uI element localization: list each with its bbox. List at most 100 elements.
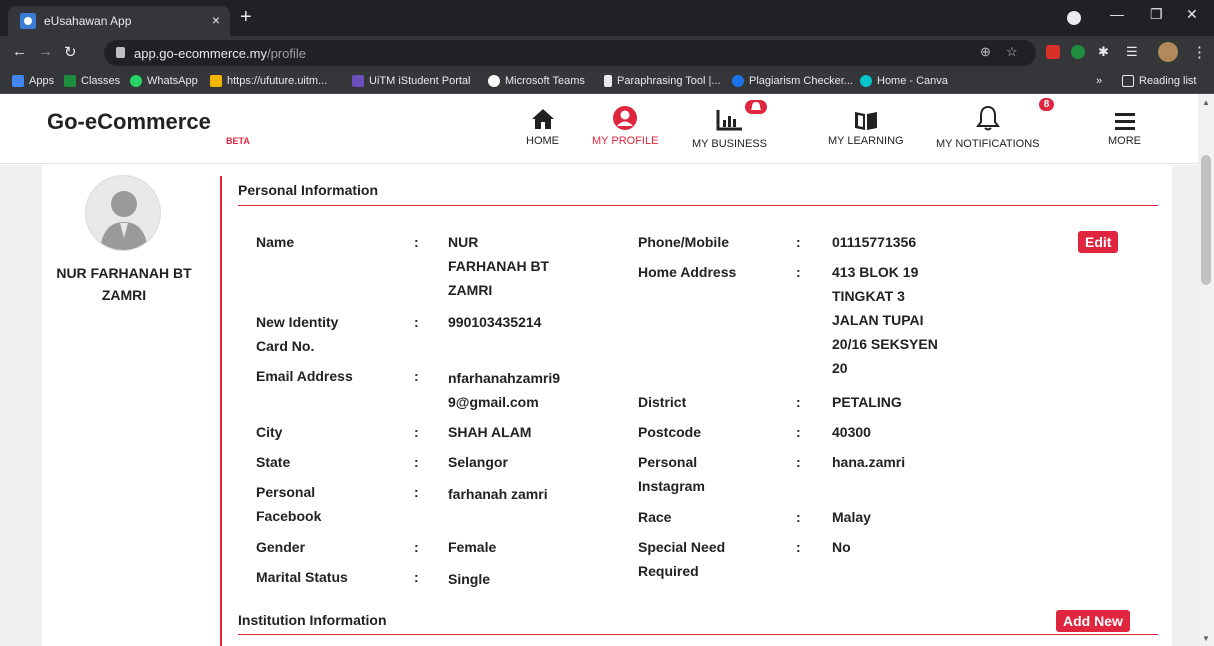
nav-my-notifications[interactable]: 8 MY NOTIFICATIONS <box>936 98 1055 150</box>
value-city: SHAH ALAM <box>448 424 532 440</box>
label-phone: Phone/Mobile <box>638 234 729 250</box>
ufuture-icon <box>210 75 222 87</box>
label-marital: Marital Status <box>256 569 348 585</box>
label-facebook: Personal Facebook <box>256 484 322 524</box>
reading-list-button[interactable]: Reading list <box>1122 75 1196 87</box>
reload-icon[interactable]: ↻ <box>64 43 77 61</box>
extension-shield-icon[interactable] <box>1046 45 1060 59</box>
notifications-count-badge: 8 <box>1038 98 1055 111</box>
nav-my-business[interactable]: MY BUSINESS <box>692 100 767 150</box>
bookmark-star-icon[interactable]: ☆ <box>1006 44 1018 60</box>
bookmark-istudent[interactable]: UiTM iStudent Portal <box>352 75 470 87</box>
site-logo[interactable]: Go-eCommerce <box>47 109 211 135</box>
reading-list-icon <box>1122 75 1134 87</box>
label-race: Race <box>638 509 672 525</box>
scroll-down-icon[interactable]: ▼ <box>1202 634 1210 643</box>
colon: : <box>414 539 419 555</box>
bookmark-classes[interactable]: Classes <box>64 75 120 87</box>
back-icon[interactable]: ← <box>12 43 27 60</box>
label-instagram: Personal Instagram <box>638 454 705 494</box>
home-icon <box>530 102 556 132</box>
address-bar[interactable]: app.go-ecommerce.my/profile ⊕ ☆ <box>104 40 1036 66</box>
colon: : <box>414 454 419 470</box>
colon: : <box>796 264 801 280</box>
add-new-button[interactable]: Add New <box>1056 610 1130 632</box>
teams-icon <box>488 75 500 87</box>
minimize-icon[interactable]: — <box>1110 6 1124 22</box>
extension-adblock-icon[interactable] <box>1071 45 1085 59</box>
value-marital: Single <box>448 571 491 587</box>
tab-title: eUsahawan App <box>44 14 132 28</box>
personal-info-title: Personal Information <box>238 182 379 198</box>
label-gender: Gender <box>256 539 306 555</box>
classroom-icon <box>64 75 76 87</box>
bell-icon: 8 <box>975 98 1055 132</box>
value-email: nfarhanahzamri9 9@gmail.com <box>448 370 561 410</box>
profile-indicator-icon[interactable] <box>1067 11 1081 25</box>
label-postcode: Postcode <box>638 424 702 440</box>
quill-icon <box>604 75 612 87</box>
book-icon <box>853 102 879 132</box>
zoom-icon[interactable]: ⊕ <box>980 44 991 60</box>
bookmark-plagiarism[interactable]: Plagiarism Checker... <box>732 75 853 87</box>
scrollbar-thumb[interactable] <box>1201 155 1211 285</box>
url-text: app.go-ecommerce.my/profile <box>134 46 306 61</box>
site-favicon-icon <box>20 13 36 29</box>
nav-more[interactable]: MORE <box>1108 102 1141 147</box>
chrome-profile-avatar[interactable] <box>1158 42 1178 62</box>
value-gender: Female <box>448 539 497 555</box>
value-home-address: 413 BLOK 19 TINGKAT 3 JALAN TUPAI 20/16 … <box>832 264 938 376</box>
colon: : <box>414 314 419 330</box>
value-postcode: 40300 <box>832 424 871 440</box>
value-ic: 990103435214 <box>448 314 542 330</box>
profile-card <box>42 165 1172 646</box>
forward-icon[interactable]: → <box>38 43 53 60</box>
bookmarks-overflow-icon[interactable]: » <box>1096 75 1102 87</box>
value-race: Malay <box>832 509 871 525</box>
lock-icon <box>116 47 125 58</box>
beta-tag: BETA <box>226 136 250 146</box>
value-state: Selangor <box>448 454 508 470</box>
person-silhouette-icon <box>100 191 148 250</box>
chrome-menu-icon[interactable]: ⋮ <box>1192 43 1207 61</box>
avatar <box>85 175 161 251</box>
bookmark-paraphrasing[interactable]: Paraphrasing Tool |... <box>604 75 721 87</box>
label-ic: New Identity Card No. <box>256 314 339 354</box>
bookmark-teams[interactable]: Microsoft Teams <box>488 75 585 87</box>
institution-info-title: Institution Information <box>238 612 387 628</box>
tab-close-icon[interactable]: × <box>212 12 220 28</box>
value-facebook: farhanah zamri <box>448 486 548 502</box>
profile-name: NUR FARHANAH BT ZAMRI <box>56 265 192 303</box>
nav-home[interactable]: HOME <box>526 102 559 147</box>
edit-button[interactable]: Edit <box>1078 231 1119 253</box>
new-tab-button[interactable]: + <box>240 6 252 29</box>
colon: : <box>414 484 419 500</box>
section-divider <box>220 176 222 646</box>
colon: : <box>796 424 801 440</box>
restore-icon[interactable]: ❐ <box>1150 6 1163 23</box>
media-queue-icon[interactable]: ☰ <box>1126 44 1138 60</box>
nav-my-profile[interactable]: MY PROFILE <box>592 102 658 147</box>
bookmark-canva[interactable]: Home - Canva <box>860 75 948 87</box>
value-instagram: hana.zamri <box>832 454 906 470</box>
canva-icon <box>860 75 872 87</box>
label-state: State <box>256 454 291 470</box>
browser-toolbar: ← → ↻ app.go-ecommerce.my/profile ⊕ ☆ ✱ … <box>0 36 1214 70</box>
window-close-icon[interactable]: ✕ <box>1186 6 1198 23</box>
bookmark-ufuture[interactable]: https://ufuture.uitm... <box>210 75 327 87</box>
user-icon <box>611 102 639 132</box>
label-home-address: Home Address <box>638 264 737 280</box>
colon: : <box>414 234 419 250</box>
scroll-up-icon[interactable]: ▲ <box>1202 98 1210 107</box>
bookmark-apps[interactable]: Apps <box>12 75 54 87</box>
bookmark-whatsapp[interactable]: WhatsApp <box>130 75 198 87</box>
label-special-need: Special Need Required <box>638 539 726 579</box>
bookmarks-bar: Apps Classes WhatsApp https://ufuture.ui… <box>0 70 1214 94</box>
menu-icon <box>1113 102 1137 132</box>
nav-my-learning[interactable]: MY LEARNING <box>828 102 904 147</box>
extensions-puzzle-icon[interactable]: ✱ <box>1098 44 1109 60</box>
personal-info-underline <box>238 205 1158 206</box>
colon: : <box>414 424 419 440</box>
browser-tab[interactable]: eUsahawan App × <box>8 6 230 36</box>
browser-tab-bar: eUsahawan App × + — ❐ ✕ <box>0 0 1214 36</box>
